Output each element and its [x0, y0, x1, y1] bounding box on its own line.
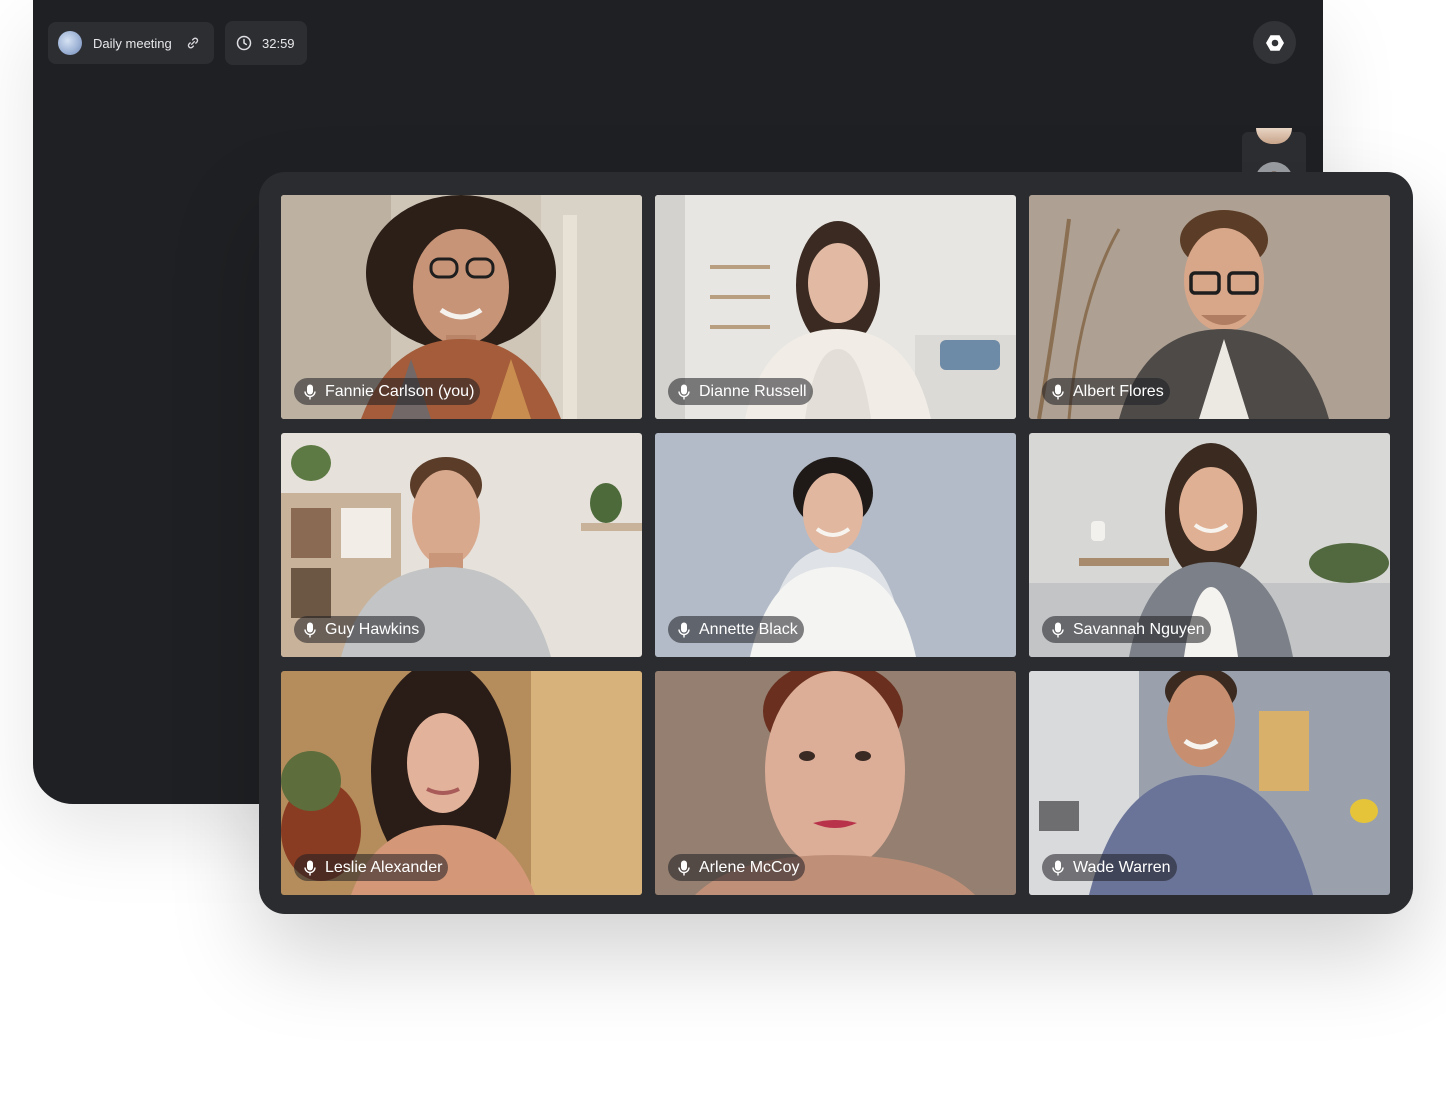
participant-name-badge: Fannie Carlson (you) [294, 378, 481, 405]
meeting-avatar [58, 31, 82, 55]
microphone-icon [304, 860, 316, 875]
microphone-icon [678, 622, 690, 637]
participant-name: Guy Hawkins [325, 620, 420, 638]
microphone-icon [1052, 622, 1064, 637]
participant-name-badge: Guy Hawkins [294, 616, 426, 643]
video-tile[interactable]: Fannie Carlson (you) [281, 195, 642, 419]
participant-name: Arlene McCoy [699, 858, 800, 876]
video-tile[interactable]: Albert Flores [1029, 195, 1390, 419]
participant-name: Savannah Nguyen [1073, 620, 1205, 638]
meeting-timer-pill: 32:59 [225, 21, 307, 65]
microphone-icon [1052, 384, 1064, 399]
microphone-icon [1052, 860, 1064, 875]
participant-name-badge: Arlene McCoy [668, 854, 806, 881]
microphone-icon [678, 860, 690, 875]
participant-name-badge: Wade Warren [1042, 854, 1177, 881]
participant-name: Fannie Carlson (you) [325, 382, 475, 400]
video-tile[interactable]: Arlene McCoy [655, 671, 1016, 895]
link-icon[interactable] [186, 36, 200, 50]
participant-name-badge: Dianne Russell [668, 378, 813, 405]
video-tile[interactable]: Dianne Russell [655, 195, 1016, 419]
participant-name-badge: Annette Black [668, 616, 804, 643]
video-tile[interactable]: Leslie Alexander [281, 671, 642, 895]
microphone-icon [678, 384, 690, 399]
participant-name-badge: Leslie Alexander [294, 854, 449, 881]
participant-name: Leslie Alexander [325, 858, 443, 876]
video-tile[interactable]: Guy Hawkins [281, 433, 642, 657]
microphone-icon [304, 384, 316, 399]
clock-icon [236, 35, 252, 51]
participant-name: Annette Black [699, 620, 798, 638]
settings-icon [1265, 34, 1284, 51]
video-tile[interactable]: Annette Black [655, 433, 1016, 657]
participant-name-badge: Savannah Nguyen [1042, 616, 1211, 643]
meeting-info-pill[interactable]: Daily meeting [48, 22, 214, 64]
settings-button[interactable] [1253, 21, 1296, 64]
meeting-title: Daily meeting [93, 35, 172, 51]
microphone-icon [304, 622, 316, 637]
participant-name-badge: Albert Flores [1042, 378, 1170, 405]
participant-name: Albert Flores [1073, 382, 1164, 400]
video-tile[interactable]: Wade Warren [1029, 671, 1390, 895]
video-tile[interactable]: Savannah Nguyen [1029, 433, 1390, 657]
participant-name: Dianne Russell [699, 382, 807, 400]
meeting-timer: 32:59 [262, 35, 295, 51]
participant-name: Wade Warren [1073, 858, 1171, 876]
